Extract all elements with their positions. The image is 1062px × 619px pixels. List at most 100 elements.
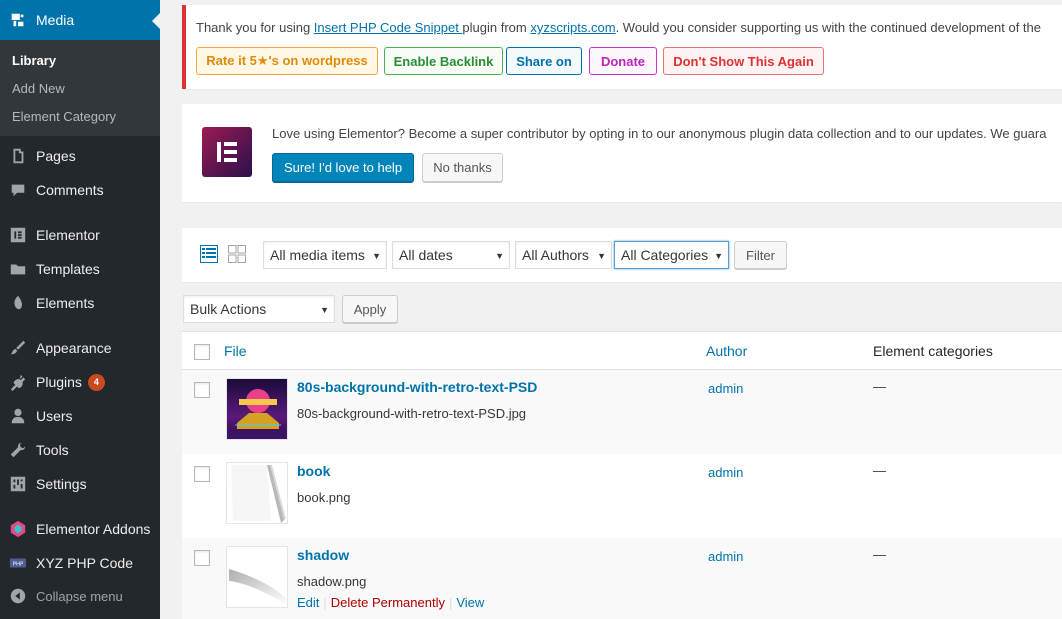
submenu-element-category[interactable]: Element Category: [12, 109, 116, 124]
media-title-link[interactable]: 80s-background-with-retro-text-PSD: [297, 379, 537, 395]
bulk-actions-select[interactable]: Bulk Actions ▼: [183, 295, 335, 323]
element-categories-value: —: [873, 463, 886, 478]
xyzscripts-link[interactable]: xyzscripts.com: [530, 20, 615, 35]
dont-show-again-button[interactable]: Don't Show This Again: [663, 47, 824, 75]
media-title-link[interactable]: shadow: [297, 547, 349, 563]
element-categories-value: —: [873, 379, 886, 394]
media-title-link[interactable]: book: [297, 463, 330, 479]
sidebar-item-label: Comments: [36, 182, 104, 198]
row-actions: Edit | Delete Permanently | View: [297, 595, 484, 610]
enable-backlink-button[interactable]: Enable Backlink: [384, 47, 503, 75]
comments-icon: [0, 181, 36, 199]
table-row: book book.png admin —: [182, 454, 1062, 538]
row-checkbox[interactable]: [194, 466, 210, 482]
date-filter[interactable]: All dates ▼: [392, 241, 510, 269]
sidebar-item-users[interactable]: Users: [0, 399, 160, 433]
optin-accept-button[interactable]: Sure! I'd love to help: [272, 153, 414, 182]
sidebar-item-plugins[interactable]: Plugins 4: [0, 365, 160, 399]
sidebar-item-label: Media: [36, 12, 75, 28]
sidebar-item-label: Settings: [36, 476, 87, 492]
sidebar-item-elements[interactable]: Elements: [0, 286, 160, 320]
addons-icon: [0, 520, 36, 538]
dropdown-arrow-icon: ▼: [495, 251, 504, 261]
elementor-icon: [0, 226, 36, 244]
media-thumbnail[interactable]: [226, 546, 288, 608]
dropdown-arrow-icon: ▼: [372, 251, 381, 261]
filter-button[interactable]: Filter: [734, 241, 787, 269]
column-author-header[interactable]: Author: [706, 343, 747, 359]
plugin-icon: [0, 373, 36, 391]
media-thumbnail[interactable]: [226, 462, 288, 524]
select-value: Bulk Actions: [190, 301, 267, 317]
rate-plugin-button[interactable]: Rate it 5★'s on wordpress: [196, 47, 378, 75]
sidebar-item-elementor[interactable]: Elementor: [0, 218, 160, 252]
select-value: All Authors: [522, 247, 589, 263]
sidebar-item-label: Users: [36, 408, 73, 424]
select-value: All Categories: [621, 247, 709, 263]
sidebar-item-media[interactable]: Media: [0, 0, 160, 40]
settings-icon: [0, 475, 36, 493]
media-type-filter[interactable]: All media items ▼: [263, 241, 387, 269]
select-value: All media items: [270, 247, 365, 263]
sidebar-item-templates[interactable]: Templates: [0, 252, 160, 286]
select-all-checkbox[interactable]: [194, 344, 210, 360]
collapse-icon: [0, 587, 36, 605]
grid-view-icon[interactable]: [228, 245, 246, 263]
sidebar-item-appearance[interactable]: Appearance: [0, 331, 160, 365]
share-button[interactable]: Share on: [506, 47, 582, 75]
sidebar-item-settings[interactable]: Settings: [0, 467, 160, 501]
dropdown-arrow-icon: ▼: [597, 251, 606, 261]
sidebar-item-label: Elementor Addons: [36, 521, 151, 537]
sidebar-item-elementor-addons[interactable]: Elementor Addons: [0, 512, 160, 546]
sidebar-item-comments[interactable]: Comments: [0, 173, 160, 207]
edit-link[interactable]: Edit: [297, 595, 319, 610]
sidebar-item-label: Elementor: [36, 227, 100, 243]
action-separator: |: [448, 595, 453, 610]
author-link[interactable]: admin: [708, 549, 743, 564]
submenu-library[interactable]: Library: [12, 53, 56, 68]
plugins-update-badge: 4: [87, 373, 105, 391]
optin-decline-button[interactable]: No thanks: [422, 153, 503, 182]
row-checkbox[interactable]: [194, 382, 210, 398]
author-link[interactable]: admin: [708, 381, 743, 396]
sidebar-item-pages[interactable]: Pages: [0, 139, 160, 173]
apply-button[interactable]: Apply: [342, 295, 398, 323]
author-link[interactable]: admin: [708, 465, 743, 480]
folder-icon: [0, 260, 36, 278]
media-icon: [0, 11, 36, 29]
submenu-add-new[interactable]: Add New: [12, 81, 65, 96]
pages-icon: [0, 147, 36, 165]
elementor-optin-notice: Love using Elementor? Become a super con…: [182, 104, 1062, 202]
category-filter[interactable]: All Categories ▼: [614, 241, 729, 269]
media-filename: book.png: [297, 490, 351, 505]
notice-text: Thank you for using Insert PHP Code Snip…: [196, 20, 1041, 35]
select-value: All dates: [399, 247, 453, 263]
wrench-icon: [0, 441, 36, 459]
notice-text-part: plugin from: [462, 20, 531, 35]
collapse-label: Collapse menu: [36, 588, 123, 604]
author-filter[interactable]: All Authors ▼: [515, 241, 612, 269]
paintbrush-icon: [0, 339, 36, 357]
sidebar-item-label: Pages: [36, 148, 76, 164]
table-header: File Author Element categories: [182, 332, 1062, 370]
sidebar-item-tools[interactable]: Tools: [0, 433, 160, 467]
elementor-logo: [202, 127, 252, 177]
donate-button[interactable]: Donate: [589, 47, 657, 75]
elementor-logo-mark: [217, 142, 237, 162]
view-link[interactable]: View: [456, 595, 484, 610]
sidebar-item-label: XYZ PHP Code: [36, 555, 134, 571]
collapse-menu-button[interactable]: Collapse menu: [0, 579, 160, 613]
plugin-link[interactable]: Insert PHP Code Snippet: [314, 20, 463, 35]
column-file-header[interactable]: File: [224, 343, 247, 359]
media-submenu: Library Add New Element Category: [0, 40, 160, 136]
table-row: shadow shadow.png admin — Edit | Delete Pe…: [182, 538, 1062, 619]
sidebar-item-label: Plugins: [36, 374, 82, 390]
media-list-table: File Author Element categories 80s-backg…: [182, 331, 1062, 619]
list-view-icon[interactable]: [200, 245, 218, 263]
row-checkbox[interactable]: [194, 550, 210, 566]
delete-permanently-link[interactable]: Delete Permanently: [331, 595, 445, 610]
table-row: 80s-background-with-retro-text-PSD 80s-b…: [182, 370, 1062, 454]
dropdown-arrow-icon: ▼: [714, 251, 723, 261]
media-thumbnail[interactable]: [226, 378, 288, 440]
sidebar-item-xyz-php-code[interactable]: PHP XYZ PHP Code: [0, 546, 160, 580]
